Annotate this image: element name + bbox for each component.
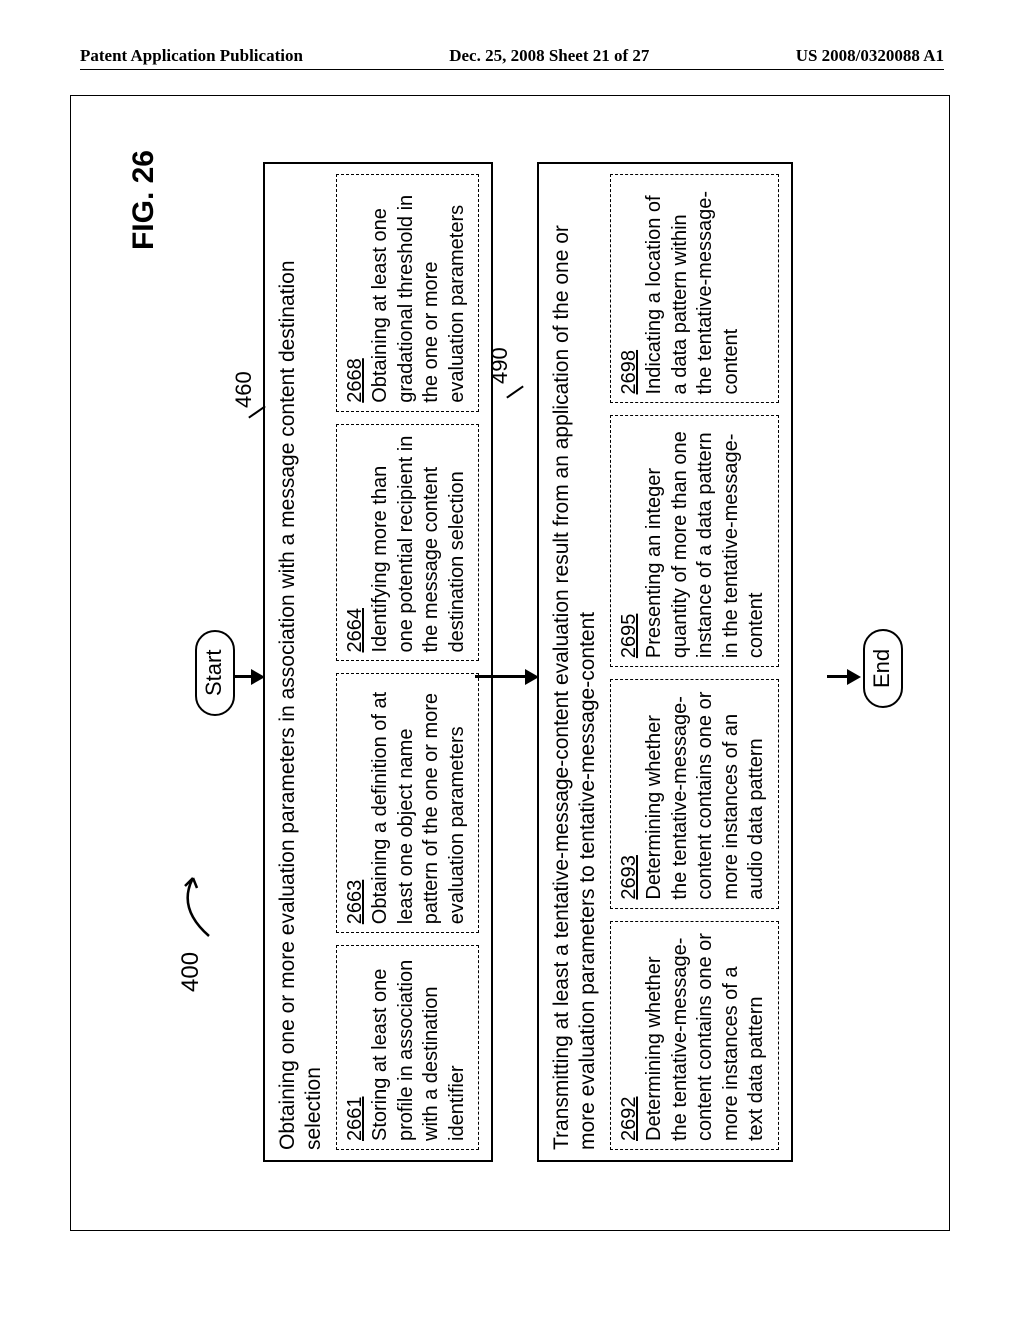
sub-2664: 2664 Identifying more than one potential… [336,424,480,662]
arrow-head-icon [847,669,861,685]
sub-2695-text: Presenting an integer quantity of more t… [643,431,767,658]
figure-container: FIG. 26 400 Start 460 Obtaining one or m… [111,136,911,1192]
start-terminal: Start [195,630,235,716]
block-460: Obtaining one or more evaluation paramet… [263,162,493,1162]
block-460-subs: 2661 Storing at least one profile in ass… [336,174,480,1150]
sub-2693: 2693 Determining whether the tentative-m… [610,679,780,908]
arrow-line [475,676,529,679]
header-center: Dec. 25, 2008 Sheet 21 of 27 [449,46,649,66]
sub-2663: 2663 Obtaining a definition of at least … [336,674,480,934]
sub-2692: 2692 Determining whether the tentative-m… [610,921,780,1150]
header-left: Patent Application Publication [80,46,303,66]
reference-400: 400 [177,952,205,992]
sub-2663-text: Obtaining a definition of at least one o… [369,692,468,924]
sub-2661-text: Storing at least one profile in associat… [369,960,468,1141]
sub-2698: 2698 Indicating a location of a data pat… [610,174,780,403]
reference-490-tick [506,385,524,398]
sub-2698-text: Indicating a location of a data pattern … [643,191,742,394]
end-terminal: End [863,629,903,708]
sub-2661-id: 2661 [343,1097,369,1142]
reference-400-arrow [175,866,215,938]
figure-label: FIG. 26 [127,150,161,250]
sub-2695: 2695 Presenting an integer quantity of m… [610,415,780,667]
block-460-title: Obtaining one or more evaluation paramet… [275,174,328,1150]
sub-2661: 2661 Storing at least one profile in ass… [336,945,480,1150]
block-490-subs: 2692 Determining whether the tentative-m… [610,174,780,1150]
reference-460: 460 [231,371,257,408]
sub-2692-text: Determining whether the tentative-messag… [643,933,767,1141]
block-490-title: Transmitting at least a tentative-messag… [549,174,602,1150]
sub-2698-id: 2698 [617,350,643,395]
sub-2693-text: Determining whether the tentative-messag… [643,692,767,900]
block-490: Transmitting at least a tentative-messag… [537,162,793,1162]
sub-2668-id: 2668 [343,358,369,403]
sub-2664-text: Identifying more than one potential reci… [369,436,468,653]
sub-2695-id: 2695 [617,614,643,659]
sub-2668-text: Obtaining at least one gradational thres… [369,195,468,403]
page-header: Patent Application Publication Dec. 25, … [80,46,944,70]
sub-2693-id: 2693 [617,855,643,900]
sub-2664-id: 2664 [343,608,369,653]
reference-490: 490 [487,347,513,384]
sub-2692-id: 2692 [617,1097,643,1142]
sub-2663-id: 2663 [343,880,369,925]
page-frame: FIG. 26 400 Start 460 Obtaining one or m… [70,95,950,1231]
figure-26: FIG. 26 400 Start 460 Obtaining one or m… [111,136,911,1192]
header-right: US 2008/0320088 A1 [796,46,944,66]
sub-2668: 2668 Obtaining at least one gradational … [336,174,480,412]
